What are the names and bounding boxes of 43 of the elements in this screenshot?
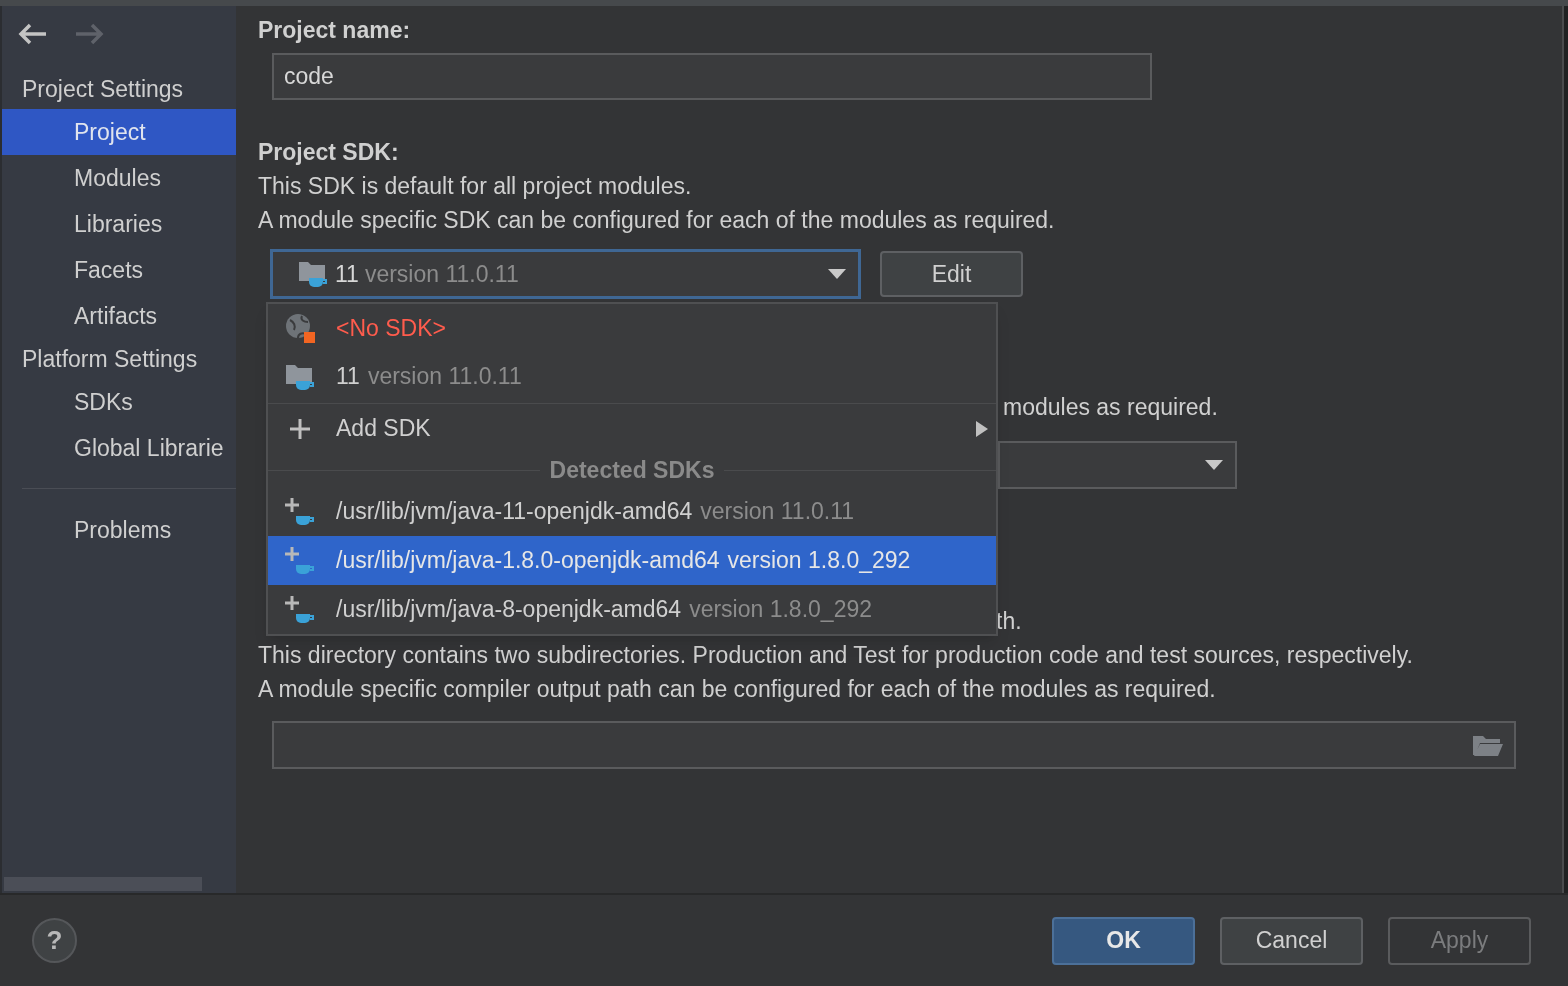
- description-text: modules as required.: [1003, 392, 1218, 422]
- dialog-button[interactable]: Cancel: [1220, 916, 1363, 965]
- field-label: Project SDK:: [258, 137, 399, 167]
- menu-item[interactable]: <No SDK>: [268, 304, 996, 352]
- sidebar-item[interactable]: Problems: [2, 507, 236, 553]
- sidebar-heading: Project Settings: [22, 74, 184, 104]
- sidebar-item[interactable]: Facets: [2, 247, 236, 293]
- sidebar-item[interactable]: Libraries: [2, 201, 236, 247]
- folder-icon[interactable]: [1472, 733, 1504, 757]
- field-label: Project name:: [258, 15, 411, 45]
- submenu-arrow-icon: [976, 420, 988, 437]
- description-text: A module specific SDK can be configured for each of the modules as required.: [258, 205, 1055, 235]
- sidebar-item[interactable]: Artifacts: [2, 293, 236, 339]
- sidebar-item[interactable]: Global Librarie: [2, 425, 236, 471]
- forward-arrow-icon[interactable]: [74, 23, 104, 45]
- description-text: This SDK is default for all project modules.: [258, 171, 692, 201]
- edit-button[interactable]: Edit: [880, 251, 1023, 297]
- back-arrow-icon[interactable]: [18, 23, 48, 45]
- menu-item[interactable]: Add SDK: [268, 403, 996, 453]
- add-jdk-icon: [284, 593, 316, 626]
- add-jdk-icon: [284, 495, 316, 528]
- menu-item[interactable]: /usr/lib/jvm/java-11-openjdk-amd64 version 11.0.11: [268, 487, 996, 536]
- sidebar-heading: Platform Settings: [22, 344, 198, 374]
- description-text: th.: [996, 606, 1022, 636]
- menu-item[interactable]: 11 version 11.0.11: [268, 352, 996, 401]
- sdk-dropdown[interactable]: 11 version 11.0.11: [270, 249, 861, 299]
- description-text: A module specific compiler output path can be configured for each of the modules as required.: [258, 674, 1216, 704]
- menu-item[interactable]: /usr/lib/jvm/java-8-openjdk-amd64 version 1.8.0_292: [268, 585, 996, 634]
- sidebar-item[interactable]: Modules: [2, 155, 236, 201]
- sidebar-item[interactable]: Project: [2, 109, 236, 155]
- project-name-field[interactable]: code: [272, 53, 1152, 100]
- dialog-button[interactable]: OK: [1052, 916, 1195, 965]
- description-text: This directory contains two subdirectories. Production and Test for production code and test sources, respectively.: [258, 640, 1413, 670]
- section-header: Detected SDKs: [549, 455, 715, 485]
- menu-item[interactable]: /usr/lib/jvm/java-1.8.0-openjdk-amd64 version 1.8.0_292: [268, 536, 996, 585]
- help-button[interactable]: ?: [32, 918, 77, 963]
- globe-icon: [284, 312, 316, 344]
- caret-icon: [828, 269, 846, 279]
- caret-icon: [1205, 460, 1223, 470]
- output-path-field[interactable]: [272, 721, 1516, 769]
- add-jdk-icon: [284, 544, 316, 577]
- sidebar-item[interactable]: SDKs: [2, 379, 236, 425]
- language-level-dropdown[interactable]: [998, 441, 1237, 489]
